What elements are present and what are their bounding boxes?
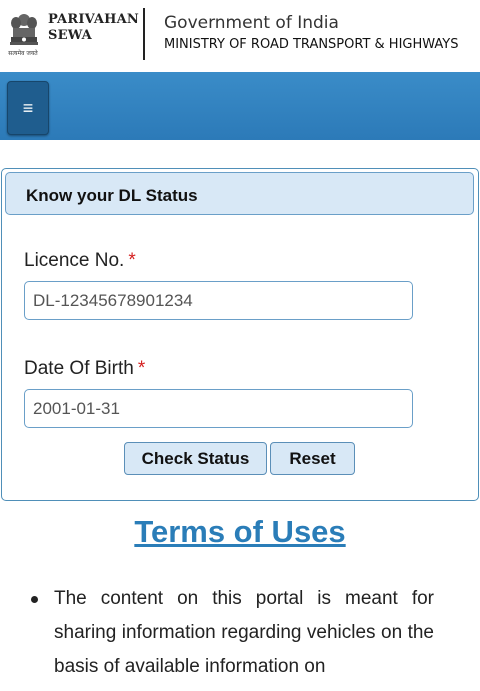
ministry-title: MINISTRY OF ROAD TRANSPORT & HIGHWAYS: [164, 37, 459, 52]
menu-toggle-button[interactable]: ≡: [7, 81, 49, 135]
dob-label-text: Date Of Birth: [24, 358, 134, 379]
hamburger-icon: ≡: [22, 97, 34, 118]
card-title: Know your DL Status: [26, 186, 198, 205]
emblem-caption: सत्यमेव जयते: [8, 50, 38, 57]
licence-label-text: Licence No.: [24, 250, 125, 271]
brand-logo-text[interactable]: PARIVAHAN SEWA: [48, 12, 139, 44]
check-status-button[interactable]: Check Status: [124, 442, 267, 475]
brand-line-1: PARIVAHAN: [48, 12, 140, 27]
header-divider: [143, 8, 145, 60]
reset-button[interactable]: Reset: [270, 442, 355, 475]
date-of-birth-input[interactable]: [24, 389, 413, 428]
navbar: [0, 72, 480, 140]
government-title: Government of India: [164, 13, 339, 33]
required-marker: *: [137, 358, 146, 379]
terms-heading[interactable]: Terms of Uses: [0, 514, 480, 550]
bullet-icon: [31, 596, 38, 603]
brand-line-2: SEWA: [48, 28, 92, 43]
licence-number-input[interactable]: [24, 281, 413, 320]
required-marker: *: [128, 250, 136, 271]
terms-bullet-text: The content on this portal is meant for …: [54, 588, 434, 677]
licence-label: Licence No. *: [24, 250, 136, 272]
dob-label: Date Of Birth *: [24, 358, 145, 380]
